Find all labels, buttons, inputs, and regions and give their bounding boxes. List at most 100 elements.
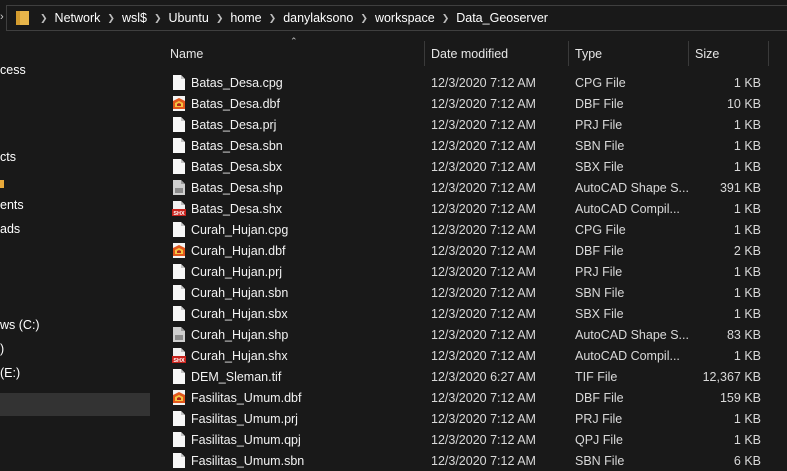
file-row[interactable]: Curah_Hujan.sbx 12/3/2020 7:12 AM SBX File… [150, 303, 787, 324]
file-name[interactable]: Fasilitas_Umum.sbn [191, 454, 304, 468]
file-name[interactable]: Curah_Hujan.shp [191, 328, 288, 342]
breadcrumb-item[interactable]: Network [55, 11, 101, 25]
autocad-shape-icon [173, 180, 185, 195]
nav-item[interactable]: ads [0, 222, 20, 236]
column-header-size[interactable]: Size [695, 47, 719, 61]
nav-item[interactable]: ) [0, 342, 4, 356]
file-size: 1 KB [733, 160, 761, 174]
breadcrumb-item[interactable]: home [230, 11, 261, 25]
nav-item[interactable]: (E:) [0, 366, 20, 380]
chevron-right-icon[interactable]: ❯ [216, 13, 224, 24]
file-row[interactable]: Fasilitas_Umum.qpj 12/3/2020 7:12 AM QPJ F… [150, 429, 787, 450]
file-row[interactable]: Curah_Hujan.sbn 12/3/2020 7:12 AM SBN File… [150, 282, 787, 303]
chevron-right-icon[interactable]: ❯ [154, 13, 162, 24]
file-row[interactable]: Batas_Desa.prj 12/3/2020 7:12 AM PRJ File 1… [150, 114, 787, 135]
file-row[interactable]: Batas_Desa.sbx 12/3/2020 7:12 AM SBX File 1… [150, 156, 787, 177]
nav-item[interactable]: ents [0, 198, 24, 212]
file-type: SBX File [575, 160, 624, 174]
column-headers: ⌃ Name Date modified Type Size [150, 36, 787, 69]
file-name[interactable]: Curah_Hujan.sbx [191, 307, 288, 321]
nav-item[interactable]: ws (C:) [0, 318, 40, 332]
file-type: SBN File [575, 286, 625, 300]
file-icon [173, 285, 185, 300]
column-header-type[interactable]: Type [575, 47, 602, 61]
file-date-modified: 12/3/2020 7:12 AM [431, 349, 536, 363]
file-size: 1 KB [733, 349, 761, 363]
file-size: 10 KB [726, 97, 761, 111]
file-size: 391 KB [719, 181, 761, 195]
file-name[interactable]: Curah_Hujan.dbf [191, 244, 286, 258]
column-header-date[interactable]: Date modified [431, 47, 508, 61]
file-row[interactable]: Curah_Hujan.prj 12/3/2020 7:12 AM PRJ File… [150, 261, 787, 282]
chevron-right-icon[interactable]: › [0, 11, 4, 23]
nav-item[interactable]: cts [0, 150, 16, 164]
file-row[interactable]: Curah_Hujan.dbf 12/3/2020 7:12 AM DBF File… [150, 240, 787, 261]
chevron-right-icon[interactable]: ❯ [360, 13, 368, 24]
file-date-modified: 12/3/2020 7:12 AM [431, 97, 536, 111]
file-row[interactable]: SHX Curah_Hujan.shx 12/3/2020 7:12 AM AutoC… [150, 345, 787, 366]
file-row[interactable]: Fasilitas_Umum.prj 12/3/2020 7:12 AM PRJ F… [150, 408, 787, 429]
file-date-modified: 12/3/2020 7:12 AM [431, 307, 536, 321]
file-type: AutoCAD Shape S... [575, 328, 689, 342]
file-name[interactable]: Curah_Hujan.shx [191, 349, 288, 363]
chevron-right-icon[interactable]: ❯ [40, 13, 48, 24]
file-date-modified: 12/3/2020 7:12 AM [431, 454, 536, 468]
file-row[interactable]: Batas_Desa.cpg 12/3/2020 7:12 AM CPG File 1… [150, 72, 787, 93]
file-name[interactable]: Batas_Desa.dbf [191, 97, 280, 111]
file-row[interactable]: SHX Batas_Desa.shx 12/3/2020 7:12 AM AutoCA… [150, 198, 787, 219]
dbf-file-icon [173, 96, 185, 111]
file-name[interactable]: Batas_Desa.shp [191, 181, 283, 195]
file-name[interactable]: DEM_Sleman.tif [191, 370, 281, 384]
file-date-modified: 12/3/2020 7:12 AM [431, 139, 536, 153]
breadcrumb-item[interactable]: danylaksono [283, 11, 353, 25]
breadcrumb-item[interactable]: wsl$ [122, 11, 147, 25]
file-row[interactable]: Fasilitas_Umum.dbf 12/3/2020 7:12 AM DBF F… [150, 387, 787, 408]
column-header-name[interactable]: Name [170, 47, 203, 61]
file-name[interactable]: Fasilitas_Umum.qpj [191, 433, 301, 447]
column-divider[interactable] [424, 41, 425, 66]
file-size: 6 KB [733, 454, 761, 468]
nav-item[interactable]: cess [0, 63, 26, 77]
file-name[interactable]: Batas_Desa.cpg [191, 76, 283, 90]
file-name[interactable]: Curah_Hujan.sbn [191, 286, 288, 300]
breadcrumb: ❯ Network ❯ wsl$ ❯ Ubuntu ❯ home ❯ danylaksono ❯ wo… [33, 11, 548, 25]
column-divider[interactable] [688, 41, 689, 66]
file-row[interactable]: Batas_Desa.sbn 12/3/2020 7:12 AM SBN File 1… [150, 135, 787, 156]
chevron-right-icon[interactable]: ❯ [442, 13, 450, 24]
file-name[interactable]: Batas_Desa.sbn [191, 139, 283, 153]
shx-file-icon: SHX [172, 201, 186, 217]
file-row[interactable]: DEM_Sleman.tif 12/3/2020 6:27 AM TIF File 1… [150, 366, 787, 387]
breadcrumb-item[interactable]: Ubuntu [169, 11, 209, 25]
file-date-modified: 12/3/2020 7:12 AM [431, 391, 536, 405]
file-date-modified: 12/3/2020 7:12 AM [431, 433, 536, 447]
file-name[interactable]: Fasilitas_Umum.prj [191, 412, 298, 426]
file-date-modified: 12/3/2020 7:12 AM [431, 76, 536, 90]
file-row[interactable]: Batas_Desa.shp 12/3/2020 7:12 AM AutoCAD S… [150, 177, 787, 198]
file-type: AutoCAD Compil... [575, 349, 680, 363]
file-name[interactable]: Batas_Desa.prj [191, 118, 276, 132]
file-date-modified: 12/3/2020 7:12 AM [431, 412, 536, 426]
file-row[interactable]: Curah_Hujan.shp 12/3/2020 7:12 AM AutoCAD … [150, 324, 787, 345]
file-name[interactable]: Curah_Hujan.cpg [191, 223, 288, 237]
file-name[interactable]: Batas_Desa.shx [191, 202, 282, 216]
column-divider[interactable] [768, 41, 769, 66]
chevron-right-icon[interactable]: ❯ [269, 13, 277, 24]
file-name[interactable]: Curah_Hujan.prj [191, 265, 282, 279]
file-size: 1 KB [733, 139, 761, 153]
file-name[interactable]: Fasilitas_Umum.dbf [191, 391, 301, 405]
column-divider[interactable] [568, 41, 569, 66]
svg-text:SHX: SHX [173, 211, 185, 217]
file-type: TIF File [575, 370, 618, 384]
file-row[interactable]: Curah_Hujan.cpg 12/3/2020 7:12 AM CPG File… [150, 219, 787, 240]
chevron-right-icon[interactable]: ❯ [107, 13, 115, 24]
breadcrumb-item[interactable]: Data_Geoserver [456, 11, 548, 25]
file-size: 1 KB [733, 118, 761, 132]
file-date-modified: 12/3/2020 7:12 AM [431, 265, 536, 279]
nav-selected-item[interactable] [0, 393, 150, 416]
file-row[interactable]: Batas_Desa.dbf 12/3/2020 7:12 AM DBF File 1… [150, 93, 787, 114]
file-name[interactable]: Batas_Desa.sbx [191, 160, 282, 174]
file-size: 1 KB [733, 307, 761, 321]
breadcrumb-item[interactable]: workspace [375, 11, 435, 25]
file-icon [173, 117, 185, 132]
file-type: DBF File [575, 391, 624, 405]
